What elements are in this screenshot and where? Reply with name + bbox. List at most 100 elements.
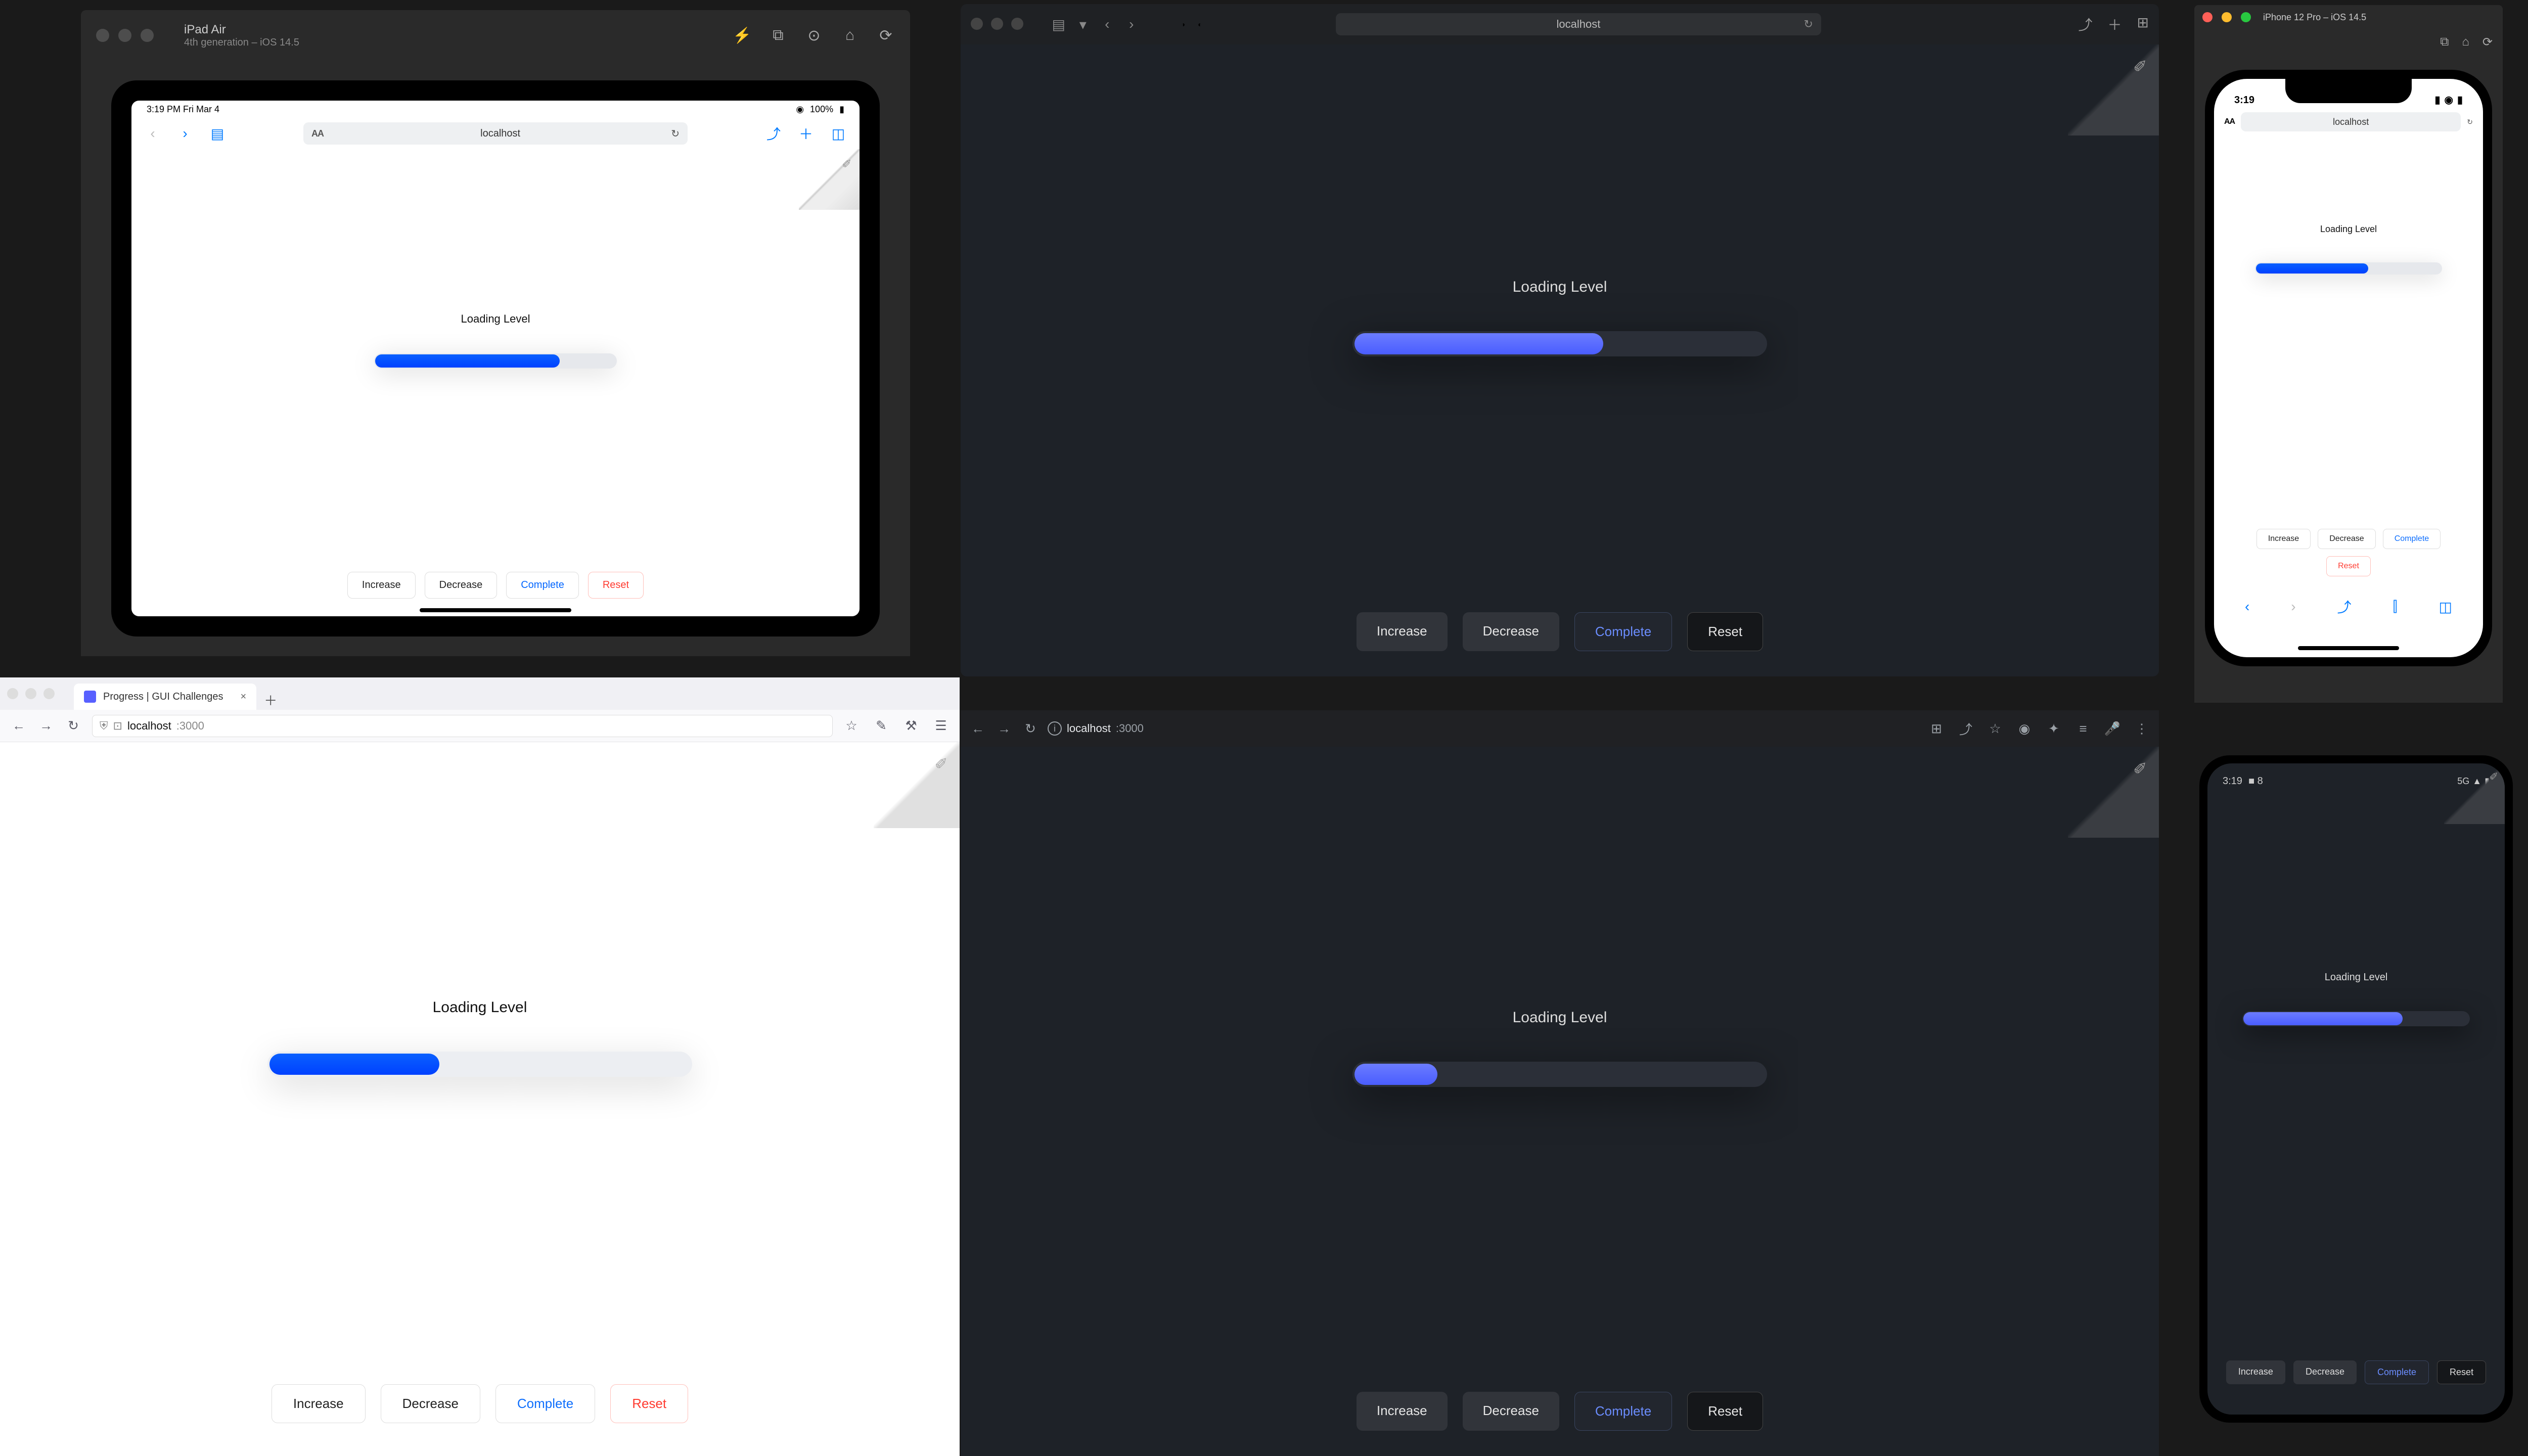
maximize-icon[interactable] xyxy=(2241,12,2251,22)
increase-button[interactable]: Increase xyxy=(2226,1360,2285,1384)
close-icon[interactable] xyxy=(96,29,109,42)
list-icon[interactable]: ≡ xyxy=(2074,719,2092,738)
reload-icon[interactable]: ↻ xyxy=(671,127,680,140)
close-icon[interactable] xyxy=(2202,12,2213,22)
complete-button[interactable]: Complete xyxy=(2383,529,2441,549)
increase-button[interactable]: Increase xyxy=(1357,612,1448,651)
back-button[interactable]: ← xyxy=(10,718,27,734)
install-app-icon[interactable]: ⊞ xyxy=(1927,719,1946,738)
increase-button[interactable]: Increase xyxy=(1357,1392,1448,1431)
forward-button[interactable]: › xyxy=(2291,599,2295,615)
shield-icon[interactable]: ⛨ xyxy=(100,719,108,733)
devtools-fold-icon[interactable] xyxy=(874,742,960,828)
tab-active[interactable]: Progress | GUI Challenges × xyxy=(74,684,256,710)
toggle-icon[interactable]: ⚡ xyxy=(733,26,751,44)
maximize-icon[interactable] xyxy=(43,688,55,699)
reload-button[interactable]: ↻ xyxy=(65,718,82,734)
minimize-icon[interactable] xyxy=(25,688,36,699)
minimize-icon[interactable] xyxy=(991,18,1003,30)
record-icon[interactable]: ⊙ xyxy=(805,26,823,44)
decrease-button[interactable]: Decrease xyxy=(1463,612,1559,651)
reset-button[interactable]: Reset xyxy=(610,1384,688,1423)
devtools-fold-icon[interactable] xyxy=(799,149,860,210)
tabs-button[interactable]: ⊞ xyxy=(2137,14,2149,34)
url-bar[interactable]: localhost ↻ xyxy=(1336,13,1821,35)
share-icon[interactable]: ⤴ xyxy=(1957,719,1975,738)
sidebar-button[interactable]: ▤ xyxy=(1050,16,1068,33)
devtools-fold-icon[interactable] xyxy=(2068,747,2159,838)
tabs-button[interactable]: ◫ xyxy=(827,122,849,145)
url-bar[interactable]: localhost xyxy=(2241,112,2461,131)
mic-icon[interactable]: 🎤 xyxy=(2103,719,2121,738)
share-button[interactable]: ⤴ xyxy=(2078,14,2092,34)
forward-button[interactable]: › xyxy=(1122,16,1141,32)
back-button[interactable]: ‹ xyxy=(2245,599,2249,615)
dropdown-icon[interactable]: ▾ xyxy=(1074,16,1092,33)
decrease-button[interactable]: Decrease xyxy=(2293,1360,2357,1384)
bookmark-button[interactable]: ☆ xyxy=(843,718,860,734)
share-button[interactable]: ⤴ xyxy=(762,122,785,145)
text-size-button[interactable]: AA xyxy=(2224,117,2235,126)
decrease-button[interactable]: Decrease xyxy=(2318,529,2375,549)
new-tab-button[interactable]: ＋ xyxy=(2107,14,2121,34)
menu-button[interactable]: ⋮ xyxy=(2133,719,2151,738)
dark-mode-icon[interactable]: ◑ xyxy=(1181,20,1185,28)
rotate-icon[interactable]: ⟳ xyxy=(877,26,895,44)
screenshot-icon[interactable]: ⧉ xyxy=(2440,35,2449,49)
rotate-icon[interactable]: ⟳ xyxy=(2482,35,2493,50)
decrease-button[interactable]: Decrease xyxy=(425,572,498,599)
devtools-fold-icon[interactable] xyxy=(2068,44,2159,135)
forward-button[interactable]: → xyxy=(995,719,1013,738)
reset-button[interactable]: Reset xyxy=(588,572,644,599)
tabs-button[interactable]: ◫ xyxy=(2439,599,2452,615)
close-icon[interactable] xyxy=(7,688,18,699)
close-icon[interactable] xyxy=(971,18,983,30)
minimize-icon[interactable] xyxy=(118,29,131,42)
back-button[interactable]: ‹ xyxy=(142,122,164,145)
puzzle-icon[interactable]: ✦ xyxy=(2045,719,2063,738)
home-icon[interactable]: ⌂ xyxy=(841,26,859,44)
new-tab-button[interactable]: ＋ xyxy=(260,690,281,710)
reset-button[interactable]: Reset xyxy=(1687,612,1763,651)
forward-button[interactable]: → xyxy=(37,718,55,734)
maximize-icon[interactable] xyxy=(1011,18,1023,30)
complete-button[interactable]: Complete xyxy=(495,1384,595,1423)
close-tab-icon[interactable]: × xyxy=(241,691,247,703)
back-button[interactable]: ← xyxy=(969,719,987,738)
devtools-icon[interactable]: ⚒ xyxy=(902,718,920,734)
reload-button[interactable]: ↻ xyxy=(1021,719,1040,738)
url-bar[interactable]: AA localhost ↻ xyxy=(303,122,688,145)
devtools-fold-icon[interactable] xyxy=(2444,763,2505,824)
reset-button[interactable]: Reset xyxy=(2326,556,2371,576)
url-bar[interactable]: ⛨ ⊡ localhost:3000 xyxy=(92,715,833,737)
maximize-icon[interactable] xyxy=(141,29,154,42)
forward-button[interactable]: › xyxy=(174,122,196,145)
complete-button[interactable]: Complete xyxy=(1574,1392,1672,1431)
minimize-icon[interactable] xyxy=(2222,12,2232,22)
complete-button[interactable]: Complete xyxy=(2365,1360,2429,1384)
extension-icon[interactable]: ◉ xyxy=(2015,719,2034,738)
reset-button[interactable]: Reset xyxy=(1687,1392,1763,1431)
increase-button[interactable]: Increase xyxy=(347,572,416,599)
new-tab-button[interactable]: ＋ xyxy=(795,122,817,145)
reset-button[interactable]: Reset xyxy=(2437,1360,2486,1384)
share-button[interactable]: ⤴ xyxy=(2337,597,2352,617)
increase-button[interactable]: Increase xyxy=(272,1384,366,1423)
url-bar[interactable]: i localhost:3000 xyxy=(1048,717,1144,740)
text-size-button[interactable]: AA xyxy=(311,128,324,139)
bookmarks-button[interactable]: ⫿ xyxy=(2393,599,2398,615)
screenshot-icon[interactable]: ⧉ xyxy=(769,26,787,44)
decrease-button[interactable]: Decrease xyxy=(1463,1392,1559,1431)
light-mode-icon[interactable]: ◐ xyxy=(1198,20,1202,28)
site-info-icon[interactable]: i xyxy=(1048,721,1062,736)
complete-button[interactable]: Complete xyxy=(506,572,579,599)
reload-icon[interactable]: ↻ xyxy=(2467,118,2473,126)
bookmark-icon[interactable]: ☆ xyxy=(1986,719,2004,738)
back-button[interactable]: ‹ xyxy=(1098,16,1116,32)
complete-button[interactable]: Complete xyxy=(1574,612,1672,651)
sidebar-button[interactable]: ▤ xyxy=(206,122,229,145)
menu-button[interactable]: ☰ xyxy=(932,718,950,734)
increase-button[interactable]: Increase xyxy=(2256,529,2311,549)
eyedropper-icon[interactable]: ✎ xyxy=(873,718,890,734)
reload-icon[interactable]: ↻ xyxy=(1804,18,1813,31)
